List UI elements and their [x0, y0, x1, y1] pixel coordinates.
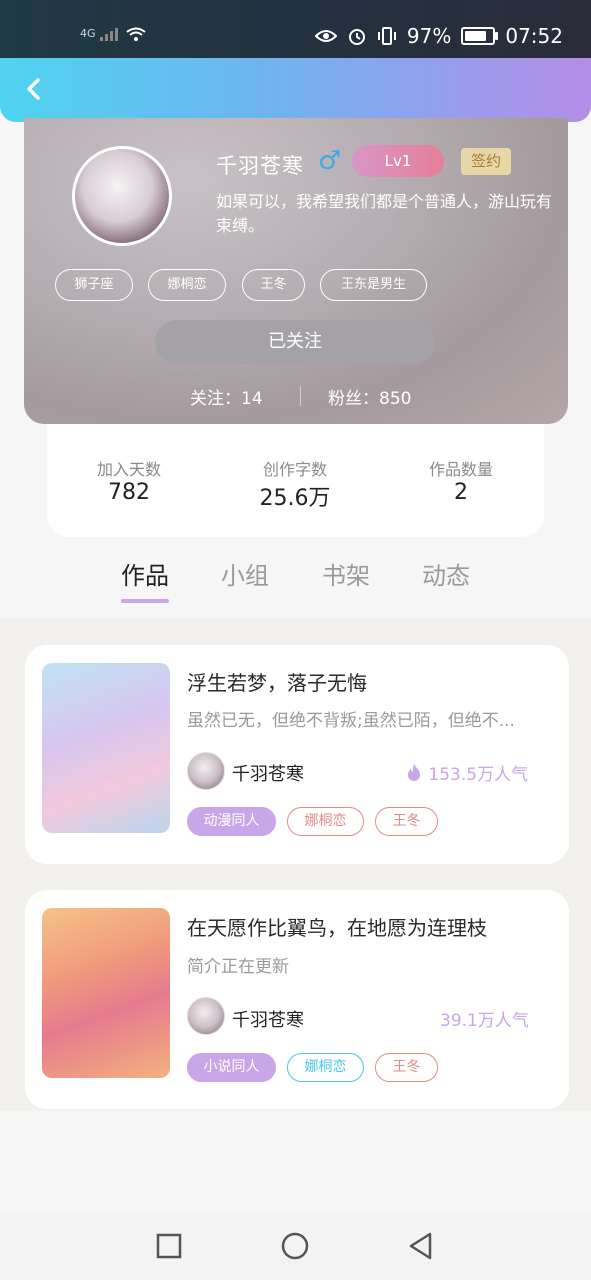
work-tag[interactable]: 娜桐恋	[287, 1053, 364, 1082]
profile-tag[interactable]: 王东是男生	[320, 269, 427, 301]
fire-icon	[408, 764, 420, 781]
work-tag[interactable]: 王冬	[375, 807, 438, 836]
status-right: 97% 07:52	[314, 24, 563, 48]
following-count[interactable]: 关注：14	[190, 384, 263, 409]
fans-count[interactable]: 粉丝：850	[328, 384, 411, 409]
level-badge: Lv1	[352, 145, 444, 177]
book-cover[interactable]	[42, 908, 170, 1078]
alarm-icon	[348, 29, 365, 45]
active-tab-indicator	[121, 599, 169, 603]
nav-back-button[interactable]	[403, 1228, 439, 1264]
stat-divider	[300, 386, 301, 406]
popularity-value: 153.5万人气	[428, 765, 529, 785]
eye-icon	[314, 30, 337, 42]
tab-groups[interactable]: 小组	[205, 556, 285, 591]
stat-value-days: 782	[108, 480, 150, 505]
bio-text: 如果可以，我希望我们都是个普通人，游山玩有束缚。	[216, 192, 553, 235]
book-title[interactable]: 浮生若梦，落子无悔	[187, 667, 367, 696]
network-indicator: 4G	[80, 26, 147, 42]
book-description: 虽然已无，但绝不背叛;虽然已陌，但绝不...	[187, 711, 515, 731]
book-description: 简介正在更新	[187, 957, 289, 977]
tab-works[interactable]: 作品	[105, 556, 185, 591]
follow-button[interactable]: 已关注	[155, 320, 435, 364]
back-button[interactable]	[20, 72, 50, 106]
chevron-left-icon	[27, 78, 40, 100]
profile-tag[interactable]: 王冬	[242, 269, 305, 301]
author-avatar[interactable]	[187, 997, 225, 1035]
book-title[interactable]: 在天愿作比翼鸟，在地愿为连理枝	[187, 912, 487, 941]
top-header	[0, 58, 591, 122]
book-cover[interactable]	[42, 663, 170, 833]
recent-apps-icon	[156, 1233, 182, 1259]
popularity: 153.5万人气	[405, 760, 528, 785]
popularity-value: 39.1万人气	[440, 1011, 529, 1031]
tab-bookshelf[interactable]: 书架	[306, 556, 386, 591]
work-tag[interactable]: 小说同人	[187, 1053, 276, 1082]
network-type: 4G	[80, 27, 96, 40]
signed-badge: 签约	[461, 148, 511, 175]
home-button[interactable]	[277, 1228, 313, 1264]
home-icon	[281, 1232, 309, 1260]
profile-tag[interactable]: 娜桐恋	[148, 269, 226, 301]
work-tag[interactable]: 王冬	[375, 1053, 438, 1082]
work-tag[interactable]: 娜桐恋	[287, 807, 364, 836]
battery-icon	[461, 27, 499, 45]
vibrate-icon	[377, 27, 396, 45]
stat-label-words: 创作字数	[262, 460, 327, 479]
stat-label-works: 作品数量	[428, 460, 493, 479]
author-avatar[interactable]	[187, 752, 225, 790]
clock-time: 07:52	[505, 24, 563, 48]
stat-value-works: 2	[454, 480, 468, 505]
battery-percent: 97%	[406, 24, 452, 48]
work-tag[interactable]: 动漫同人	[187, 807, 276, 836]
back-icon	[409, 1232, 432, 1260]
username: 千羽苍寒	[216, 154, 304, 178]
author-name[interactable]: 千羽苍寒	[232, 760, 304, 786]
profile-tag[interactable]: 狮子座	[55, 269, 133, 301]
battery-level	[465, 31, 487, 41]
avatar[interactable]	[72, 146, 172, 246]
male-gender-icon: ♂	[318, 146, 342, 176]
stat-value-words: 25.6万	[259, 486, 331, 511]
author-name[interactable]: 千羽苍寒	[232, 1006, 304, 1032]
stat-label-days: 加入天数	[96, 460, 161, 479]
recent-apps-button[interactable]	[151, 1228, 187, 1264]
tab-activity[interactable]: 动态	[406, 556, 486, 591]
wifi-icon	[125, 27, 146, 41]
signal-icon	[100, 28, 119, 41]
